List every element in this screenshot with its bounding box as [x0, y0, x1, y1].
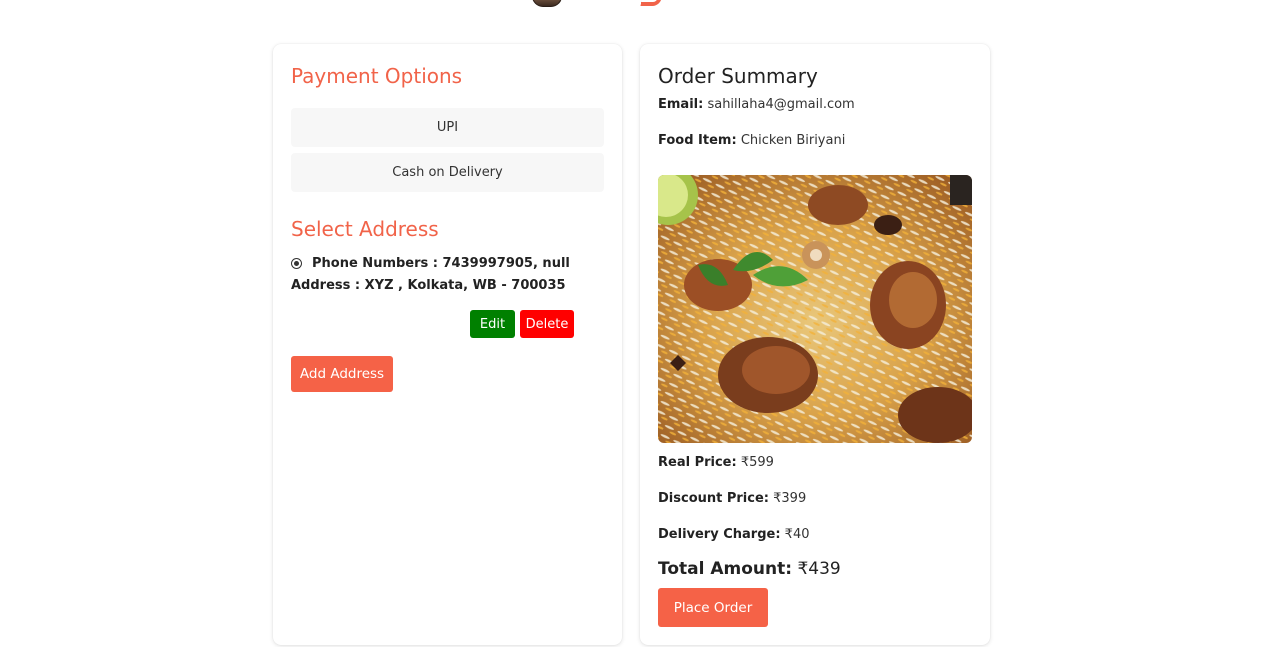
- delivery-charge-label: Delivery Charge:: [658, 527, 781, 542]
- add-address-button[interactable]: Add Address: [291, 356, 393, 392]
- order-summary-card: Order Summary Email: sahillaha4@gmail.co…: [640, 44, 990, 645]
- discount-price-line: Discount Price: ₹399: [658, 491, 806, 506]
- total-amount-label: Total Amount:: [658, 559, 793, 579]
- discount-price-label: Discount Price:: [658, 491, 769, 506]
- delivery-charge-value: ₹40: [784, 527, 810, 542]
- address-phone-label: Phone Numbers :: [312, 256, 443, 271]
- real-price-line: Real Price: ₹599: [658, 455, 774, 470]
- total-amount-line: Total Amount: ₹439: [658, 559, 841, 579]
- food-image: [658, 175, 972, 443]
- address-phone: Phone Numbers : 7439997905, null: [312, 256, 570, 271]
- address-text-value: XYZ , Kolkata, WB - 700035: [364, 278, 566, 293]
- address-radio[interactable]: [291, 258, 302, 269]
- email-line: Email: sahillaha4@gmail.com: [658, 97, 855, 112]
- place-order-button[interactable]: Place Order: [658, 588, 768, 627]
- brand-logo-letter-icon: [640, 0, 664, 6]
- payment-address-card: Payment Options UPI Cash on Delivery Sel…: [273, 44, 622, 645]
- food-item-line: Food Item: Chicken Biriyani: [658, 133, 845, 148]
- discount-price-value: ₹399: [773, 491, 807, 506]
- email-label: Email:: [658, 97, 704, 112]
- order-summary-title: Order Summary: [658, 64, 818, 88]
- delete-address-button[interactable]: Delete: [520, 310, 574, 338]
- email-value: sahillaha4@gmail.com: [707, 97, 855, 112]
- address-text: Address : XYZ , Kolkata, WB - 700035: [291, 278, 566, 293]
- biryani-photo-icon: [658, 175, 972, 443]
- delivery-charge-line: Delivery Charge: ₹40: [658, 527, 810, 542]
- payment-option-upi[interactable]: UPI: [291, 108, 604, 147]
- payment-options-title: Payment Options: [291, 64, 463, 88]
- edit-address-button[interactable]: Edit: [470, 310, 515, 338]
- select-address-title: Select Address: [291, 217, 439, 241]
- real-price-label: Real Price:: [658, 455, 737, 470]
- real-price-value: ₹599: [740, 455, 774, 470]
- brand-logo-icon: [532, 0, 562, 7]
- payment-option-cod[interactable]: Cash on Delivery: [291, 153, 604, 192]
- food-item-value: Chicken Biriyani: [740, 133, 846, 148]
- food-item-label: Food Item:: [658, 133, 737, 148]
- address-phone-value: 7439997905, null: [442, 256, 570, 271]
- address-text-label: Address :: [291, 278, 365, 293]
- total-amount-value: ₹439: [797, 559, 841, 579]
